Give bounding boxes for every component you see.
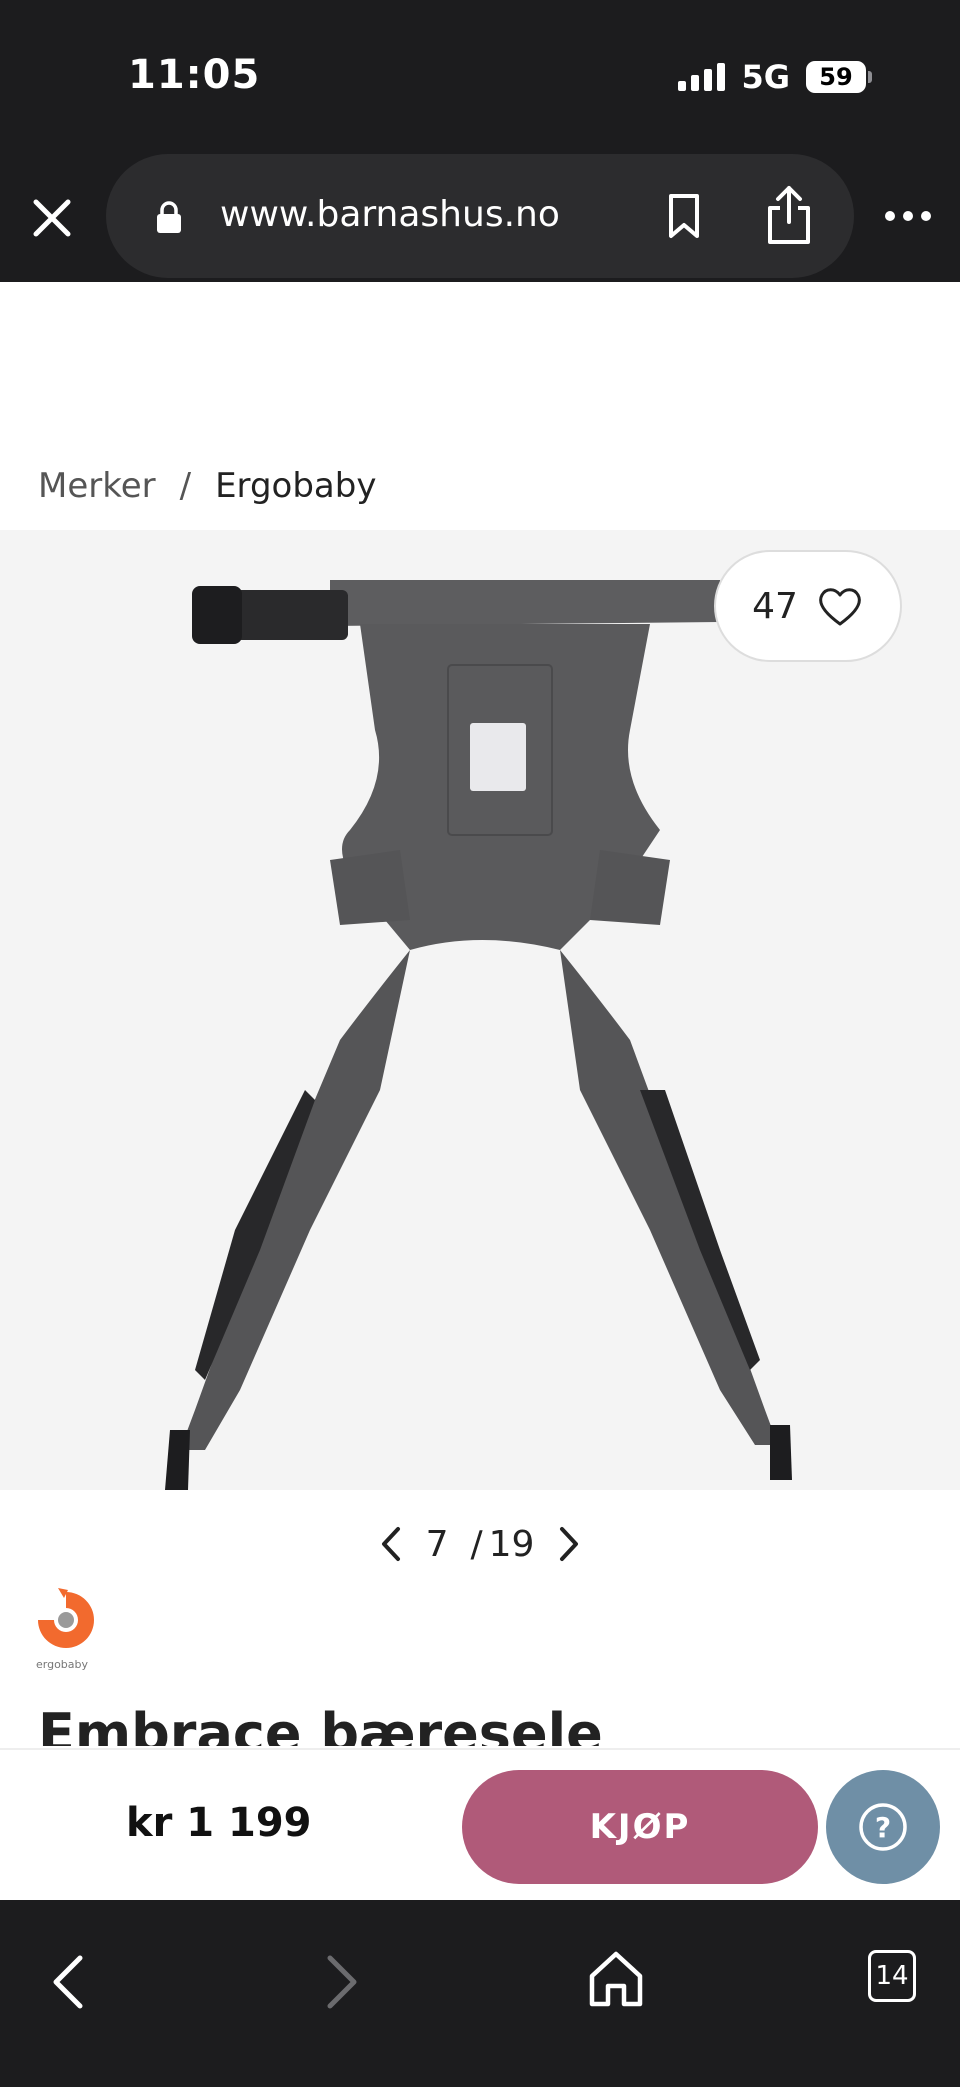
pager-total: 19 <box>488 1523 535 1565</box>
tabs-button[interactable]: 14 <box>868 1950 916 2002</box>
status-indicators: 5G 59 <box>678 58 872 96</box>
close-icon[interactable] <box>24 190 80 246</box>
buy-button[interactable]: KJØP <box>462 1770 818 1884</box>
chevron-right-icon[interactable] <box>556 1525 582 1563</box>
url-text: www.barnashus.no <box>220 194 560 235</box>
pager-separator: / <box>470 1523 483 1565</box>
help-icon: ? <box>859 1803 907 1851</box>
breadcrumb-separator: / <box>179 466 192 506</box>
pager-current: 7 <box>425 1523 449 1565</box>
home-icon[interactable] <box>588 1948 644 2008</box>
address-bar[interactable]: www.barnashus.no <box>106 154 854 278</box>
status-bar: 11:05 5G 59 <box>0 0 960 150</box>
favorite-count: 47 <box>752 585 798 627</box>
lock-icon <box>157 201 181 233</box>
buy-bar: kr 1 199 KJØP ? <box>0 1748 960 1900</box>
status-time: 11:05 <box>128 52 261 98</box>
share-icon[interactable] <box>764 184 814 246</box>
favorite-button[interactable]: 47 <box>714 550 902 662</box>
image-pager: 7 / 19 <box>0 1514 960 1574</box>
breadcrumb: Merker / Ergobaby <box>38 466 376 506</box>
forward-icon[interactable] <box>322 1952 362 2012</box>
product-price: kr 1 199 <box>126 1800 312 1846</box>
product-image-gallery[interactable]: 47 <box>0 530 960 1490</box>
battery-icon: 59 <box>806 61 872 93</box>
browser-bottom-nav: 14 <box>0 1900 960 2087</box>
browser-toolbar: www.barnashus.no <box>0 150 960 282</box>
more-icon[interactable] <box>884 206 932 226</box>
brand-logo[interactable]: ergobaby <box>36 1582 100 1672</box>
back-icon[interactable] <box>48 1952 88 2012</box>
product-title: Embrace bæresele <box>38 1702 603 1746</box>
breadcrumb-current[interactable]: Ergobaby <box>215 466 376 506</box>
chevron-left-icon[interactable] <box>378 1525 404 1563</box>
signal-icon <box>678 63 726 91</box>
heart-icon <box>819 588 861 626</box>
svg-text:?: ? <box>875 1811 891 1844</box>
network-type: 5G <box>741 58 790 96</box>
product-image <box>165 580 792 1490</box>
battery-level: 59 <box>806 61 866 93</box>
help-button[interactable]: ? <box>826 1770 940 1884</box>
bookmark-icon[interactable] <box>662 192 706 240</box>
svg-text:ergobaby: ergobaby <box>36 1658 89 1671</box>
breadcrumb-link-merker[interactable]: Merker <box>38 466 156 506</box>
